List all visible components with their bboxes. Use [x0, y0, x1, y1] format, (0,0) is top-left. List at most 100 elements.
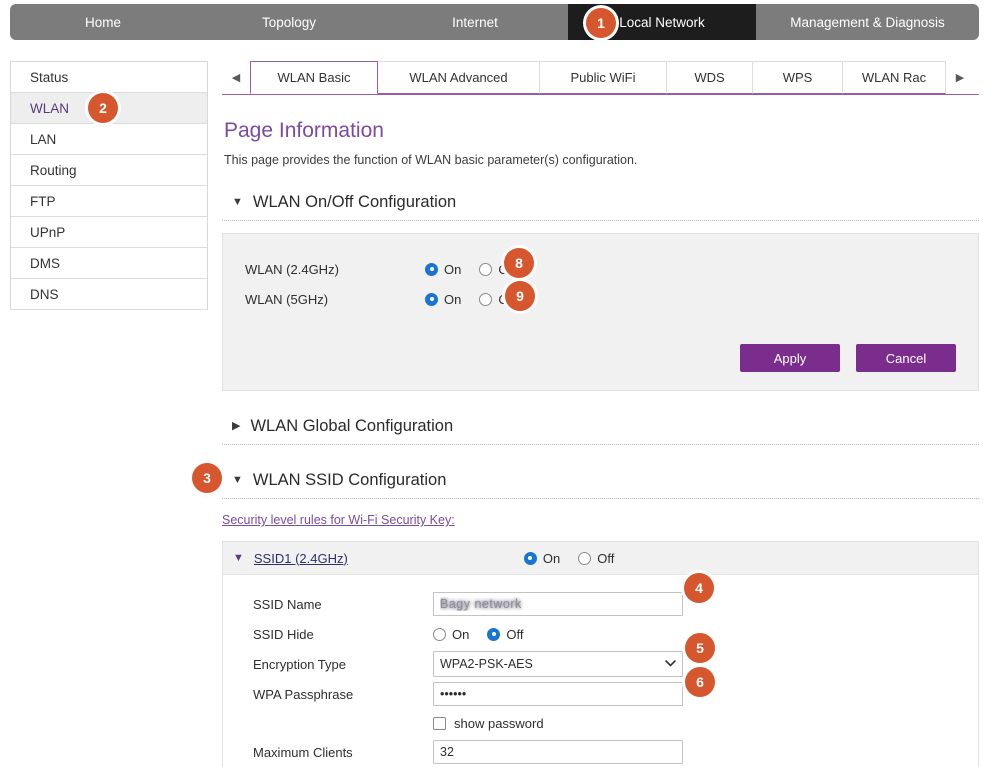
wlan-24ghz-radio-group: On Off: [425, 262, 515, 277]
wlan-onoff-panel: WLAN (2.4GHz) On Off WLAN (5GHz) On: [222, 233, 979, 391]
cancel-button[interactable]: Cancel: [856, 344, 956, 372]
ssid1-on-option[interactable]: On: [523, 551, 560, 566]
radio-selected-icon[interactable]: [523, 551, 537, 565]
nav-item-internet-label: Internet: [452, 14, 498, 30]
ssid-hide-on-option[interactable]: On: [433, 627, 469, 642]
show-password-row[interactable]: show password: [223, 709, 978, 737]
chevron-down-icon: [665, 659, 676, 670]
nav-item-management-diagnosis[interactable]: Management & Diagnosis: [756, 4, 979, 40]
encryption-type-select[interactable]: WPA2-PSK-AES: [433, 651, 683, 677]
show-password-checkbox[interactable]: [433, 716, 446, 730]
tab-strip: ◀ WLAN Basic WLAN Advanced Public WiFi W…: [222, 61, 979, 95]
step-badge-3: 3: [192, 463, 222, 493]
radio-unselected-icon[interactable]: [479, 262, 493, 276]
sidebar-item-routing[interactable]: Routing: [11, 155, 207, 186]
sidebar-item-wlan-label: WLAN: [30, 100, 70, 116]
sidebar-item-upnp-label: UPnP: [30, 224, 66, 240]
tab-wps-label: WPS: [782, 70, 813, 85]
tab-wlan-radio[interactable]: WLAN Rac: [843, 61, 946, 94]
ssid1-block: ▼ SSID1 (2.4GHz) On Off SSID Name SSID H…: [222, 541, 979, 767]
encryption-type-row: Encryption Type WPA2-PSK-AES: [223, 649, 978, 679]
sidebar-item-dms[interactable]: DMS: [11, 248, 207, 279]
page-description: This page provides the function of WLAN …: [224, 153, 638, 167]
nav-item-topology[interactable]: Topology: [196, 4, 382, 40]
radio-unselected-icon[interactable]: [433, 627, 446, 641]
step-badge-6: 6: [685, 667, 715, 697]
nav-item-topology-label: Topology: [261, 14, 317, 30]
section-header-wlan-ssid-label: WLAN SSID Configuration: [252, 471, 447, 489]
section-header-wlan-ssid[interactable]: ▼ WLAN SSID Configuration: [222, 471, 979, 490]
section-header-wlan-global-label: WLAN Global Configuration: [250, 417, 454, 435]
radio-selected-icon[interactable]: [425, 262, 438, 276]
section-header-wlan-global[interactable]: ▶ WLAN Global Configuration: [222, 417, 979, 436]
radio-selected-icon[interactable]: [487, 627, 501, 641]
section-divider: [222, 220, 979, 221]
ssid1-header[interactable]: ▼ SSID1 (2.4GHz) On Off: [223, 542, 978, 575]
step-badge-2: 2: [88, 93, 118, 123]
wpa-passphrase-input[interactable]: [433, 682, 683, 706]
wpa-passphrase-row: WPA Passphrase: [223, 679, 978, 709]
tab-scroll-left-icon[interactable]: ◀: [222, 61, 250, 94]
wlan-5ghz-on-option[interactable]: On: [425, 292, 461, 307]
nav-item-internet[interactable]: Internet: [382, 4, 568, 40]
caret-down-icon: ▼: [232, 474, 243, 486]
sidebar-item-dns-label: DNS: [30, 286, 59, 302]
tab-public-wifi[interactable]: Public WiFi: [540, 61, 667, 94]
ssid1-off-label: Off: [597, 550, 615, 566]
nav-item-home-label: Home: [84, 14, 121, 30]
section-divider: [222, 498, 979, 499]
tab-wds[interactable]: WDS: [667, 61, 753, 94]
apply-button[interactable]: Apply: [740, 344, 840, 372]
security-level-rules-link[interactable]: Security level rules for Wi-Fi Security …: [222, 513, 455, 527]
sidebar-item-dns[interactable]: DNS: [11, 279, 207, 310]
wlan-24ghz-on-option[interactable]: On: [425, 262, 461, 277]
step-badge-8: 8: [504, 248, 534, 278]
nav-item-home[interactable]: Home: [10, 4, 196, 40]
tab-wlan-basic-label: WLAN Basic: [277, 70, 351, 85]
sidebar-item-dms-label: DMS: [30, 255, 60, 271]
sidebar-item-ftp-label: FTP: [30, 193, 56, 209]
ssid1-off-option[interactable]: Off: [578, 551, 614, 566]
caret-down-icon: ▼: [233, 551, 244, 564]
ssid1-enable-radio-group: On Off: [523, 551, 614, 566]
caret-down-icon: ▼: [232, 196, 243, 208]
sidebar-item-lan-label: LAN: [30, 131, 57, 147]
wlan-5ghz-on-label: On: [444, 291, 462, 307]
nav-item-management-diagnosis-label: Management & Diagnosis: [790, 14, 945, 30]
radio-selected-icon[interactable]: [425, 292, 438, 306]
ssid-hide-off-option[interactable]: Off: [487, 627, 523, 642]
encryption-type-label: Encryption Type: [253, 656, 346, 672]
section-header-wlan-onoff-label: WLAN On/Off Configuration: [252, 193, 457, 211]
ssid-hide-row: SSID Hide On Off: [223, 619, 978, 649]
radio-unselected-icon[interactable]: [578, 551, 592, 565]
wlan-24ghz-on-label: On: [444, 261, 462, 277]
step-badge-5: 5: [685, 633, 715, 663]
sidebar-item-ftp[interactable]: FTP: [11, 186, 207, 217]
ssid-hide-off-label: Off: [506, 626, 524, 642]
tab-wps[interactable]: WPS: [753, 61, 843, 94]
wlan-24ghz-label: WLAN (2.4GHz): [245, 261, 339, 277]
step-badge-1: 1: [586, 8, 616, 38]
tab-scroll-right-icon[interactable]: ▶: [946, 61, 974, 94]
sidebar-item-status[interactable]: Status: [11, 62, 207, 93]
wpa-passphrase-label: WPA Passphrase: [253, 686, 354, 702]
wlan-24ghz-row: WLAN (2.4GHz) On Off: [245, 254, 956, 284]
tab-wlan-radio-label: WLAN Rac: [861, 70, 927, 85]
ssid-name-row: SSID Name: [223, 589, 978, 619]
tab-wlan-advanced[interactable]: WLAN Advanced: [378, 61, 540, 94]
sidebar-item-upnp[interactable]: UPnP: [11, 217, 207, 248]
sidebar-item-status-label: Status: [30, 69, 69, 85]
wlan-5ghz-label: WLAN (5GHz): [245, 291, 329, 307]
radio-unselected-icon[interactable]: [479, 292, 493, 306]
show-password-label: show password: [454, 715, 544, 731]
tab-wlan-basic[interactable]: WLAN Basic: [250, 61, 378, 94]
ssid-name-input[interactable]: [433, 592, 683, 616]
maximum-clients-input[interactable]: [433, 740, 683, 764]
section-divider: [222, 444, 979, 445]
top-navigation: Home Topology Internet Local Network Man…: [10, 4, 979, 40]
tab-wds-label: WDS: [694, 70, 725, 85]
sidebar-item-lan[interactable]: LAN: [11, 124, 207, 155]
ssid1-name-link[interactable]: SSID1 (2.4GHz): [254, 551, 524, 566]
section-header-wlan-onoff[interactable]: ▼ WLAN On/Off Configuration: [222, 193, 979, 212]
maximum-clients-row: Maximum Clients: [223, 737, 978, 767]
